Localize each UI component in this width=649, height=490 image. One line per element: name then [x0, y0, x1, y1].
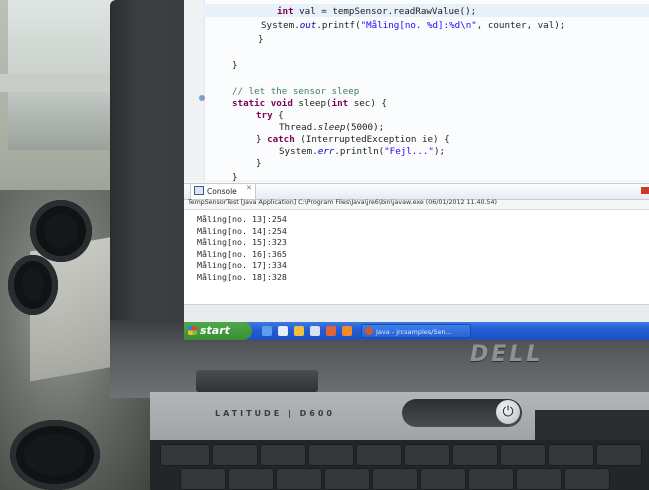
keyboard-key[interactable]: [596, 444, 642, 466]
console-tab-bar: Console: [184, 183, 649, 200]
code-token: (InterruptedException ie) {: [294, 134, 450, 145]
keyboard-key[interactable]: [564, 468, 610, 490]
code-token: catch: [267, 134, 295, 145]
java-icon: [365, 327, 373, 335]
keyboard-key[interactable]: [468, 468, 514, 490]
power-icon[interactable]: ⏻: [496, 400, 520, 424]
code-token: try: [256, 110, 273, 121]
console-line: Måling[no. 14]:254: [197, 225, 287, 236]
code-token: );: [433, 146, 446, 157]
code-token: .println(: [334, 146, 385, 157]
close-icon[interactable]: ✕: [246, 184, 252, 192]
code-token: System.: [261, 20, 300, 31]
quicklaunch-app-icon[interactable]: [326, 326, 336, 336]
code-token: Thread.: [279, 122, 318, 133]
keyboard-key[interactable]: [324, 468, 370, 490]
keyboard-key[interactable]: [260, 444, 306, 466]
code-token: int: [331, 98, 349, 109]
keyboard-key[interactable]: [404, 444, 450, 466]
code-token: .printf(: [316, 20, 361, 31]
quicklaunch-app-icon[interactable]: [310, 326, 320, 336]
code-line[interactable]: }: [256, 158, 262, 170]
status-bar: [184, 304, 649, 322]
code-line[interactable]: Thread.sleep(5000);: [279, 122, 384, 134]
quicklaunch-app-icon[interactable]: [294, 326, 304, 336]
keyboard-key[interactable]: [356, 444, 402, 466]
code-line[interactable]: int val = tempSensor.readRawValue();: [277, 6, 476, 18]
laptop-screen: int val = tempSensor.readRawValue(); Syst…: [184, 0, 649, 322]
keyboard-key[interactable]: [420, 468, 466, 490]
windows-logo-icon: [188, 326, 197, 335]
start-button[interactable]: start: [184, 322, 252, 340]
code-token: }: [258, 34, 264, 45]
code-token: int: [277, 6, 294, 17]
quicklaunch-app-icon[interactable]: [278, 326, 288, 336]
code-token: sleep(: [292, 98, 332, 109]
code-line[interactable]: } catch (InterruptedException ie) {: [256, 134, 450, 146]
brand-logo: DELL: [470, 342, 544, 367]
model-label: LATITUDE | D600: [215, 409, 335, 418]
robot-wheel: [8, 255, 58, 315]
editor-gutter: [184, 0, 205, 180]
keyboard-key[interactable]: [516, 468, 562, 490]
code-line[interactable]: }: [232, 60, 238, 72]
console-line: Måling[no. 17]:334: [197, 260, 287, 270]
code-token: System.: [279, 146, 318, 157]
keyboard-key[interactable]: [276, 468, 322, 490]
code-token: "Fejl...": [384, 146, 434, 157]
code-line[interactable]: System.out.printf("Måling[no. %d]:%d\n",…: [261, 20, 565, 32]
keyboard-key[interactable]: [180, 468, 226, 490]
code-token: out: [299, 20, 317, 31]
code-token: sec) {: [348, 98, 387, 109]
keyboard: [150, 440, 649, 490]
code-token: }: [256, 134, 268, 145]
keyboard-top-row: [535, 410, 649, 442]
console-line: Måling[no. 15]:323: [197, 237, 287, 247]
code-token: static void: [232, 98, 293, 109]
console-line: Måling[no. 18]:328: [197, 271, 287, 282]
code-token: }: [232, 60, 238, 71]
fold-marker-icon[interactable]: [199, 95, 205, 101]
code-line[interactable]: try {: [256, 110, 284, 122]
keyboard-key[interactable]: [308, 444, 354, 466]
keyboard-key[interactable]: [212, 444, 258, 466]
code-token: val = tempSensor.readRawValue();: [293, 6, 477, 17]
console-line: Måling[no. 16]:365: [197, 248, 287, 259]
code-line[interactable]: // let the sensor sleep: [232, 86, 359, 98]
console-output[interactable]: Måling[no. 13]:254 Måling[no. 14]:254 Måli…: [184, 209, 649, 305]
console-launch-info: TempSensorTest [Java Application] C:\Pro…: [188, 199, 497, 206]
code-editor[interactable]: int val = tempSensor.readRawValue(); Syst…: [184, 0, 649, 183]
console-icon: [194, 186, 204, 195]
code-token: // let the sensor sleep: [232, 86, 360, 97]
keyboard-key[interactable]: [160, 444, 210, 466]
robot-wheel: [30, 200, 92, 262]
code-token: {: [272, 110, 284, 121]
quicklaunch-app-icon[interactable]: [342, 326, 352, 336]
taskbar: start Java - jrcsamples/Sen...: [184, 322, 649, 340]
code-token: , counter, val);: [476, 20, 566, 31]
code-token: }: [256, 158, 262, 169]
keyboard-key[interactable]: [500, 444, 546, 466]
robot-wheel: [10, 420, 100, 490]
keyboard-key[interactable]: [548, 444, 594, 466]
quicklaunch-browser-icon[interactable]: [262, 326, 272, 336]
keyboard-key[interactable]: [372, 468, 418, 490]
terminate-icon[interactable]: [641, 187, 649, 194]
code-token: (5000);: [345, 122, 385, 133]
code-line[interactable]: System.err.println("Fejl...");: [279, 146, 445, 158]
code-token: sleep: [317, 122, 346, 133]
code-line[interactable]: static void sleep(int sec) {: [232, 98, 387, 110]
start-label: start: [200, 324, 230, 337]
code-line[interactable]: }: [258, 34, 264, 46]
console-line: Måling[no. 13]:254: [197, 214, 287, 224]
laptop-hinge: [196, 370, 318, 392]
keyboard-key[interactable]: [228, 468, 274, 490]
code-token: err: [317, 146, 335, 157]
keyboard-key[interactable]: [452, 444, 498, 466]
taskbar-item-java[interactable]: Java - jrcsamples/Sen...: [361, 324, 471, 338]
code-token: "Måling[no. %d]:%d\n": [360, 20, 477, 31]
code-token: }: [232, 172, 238, 183]
